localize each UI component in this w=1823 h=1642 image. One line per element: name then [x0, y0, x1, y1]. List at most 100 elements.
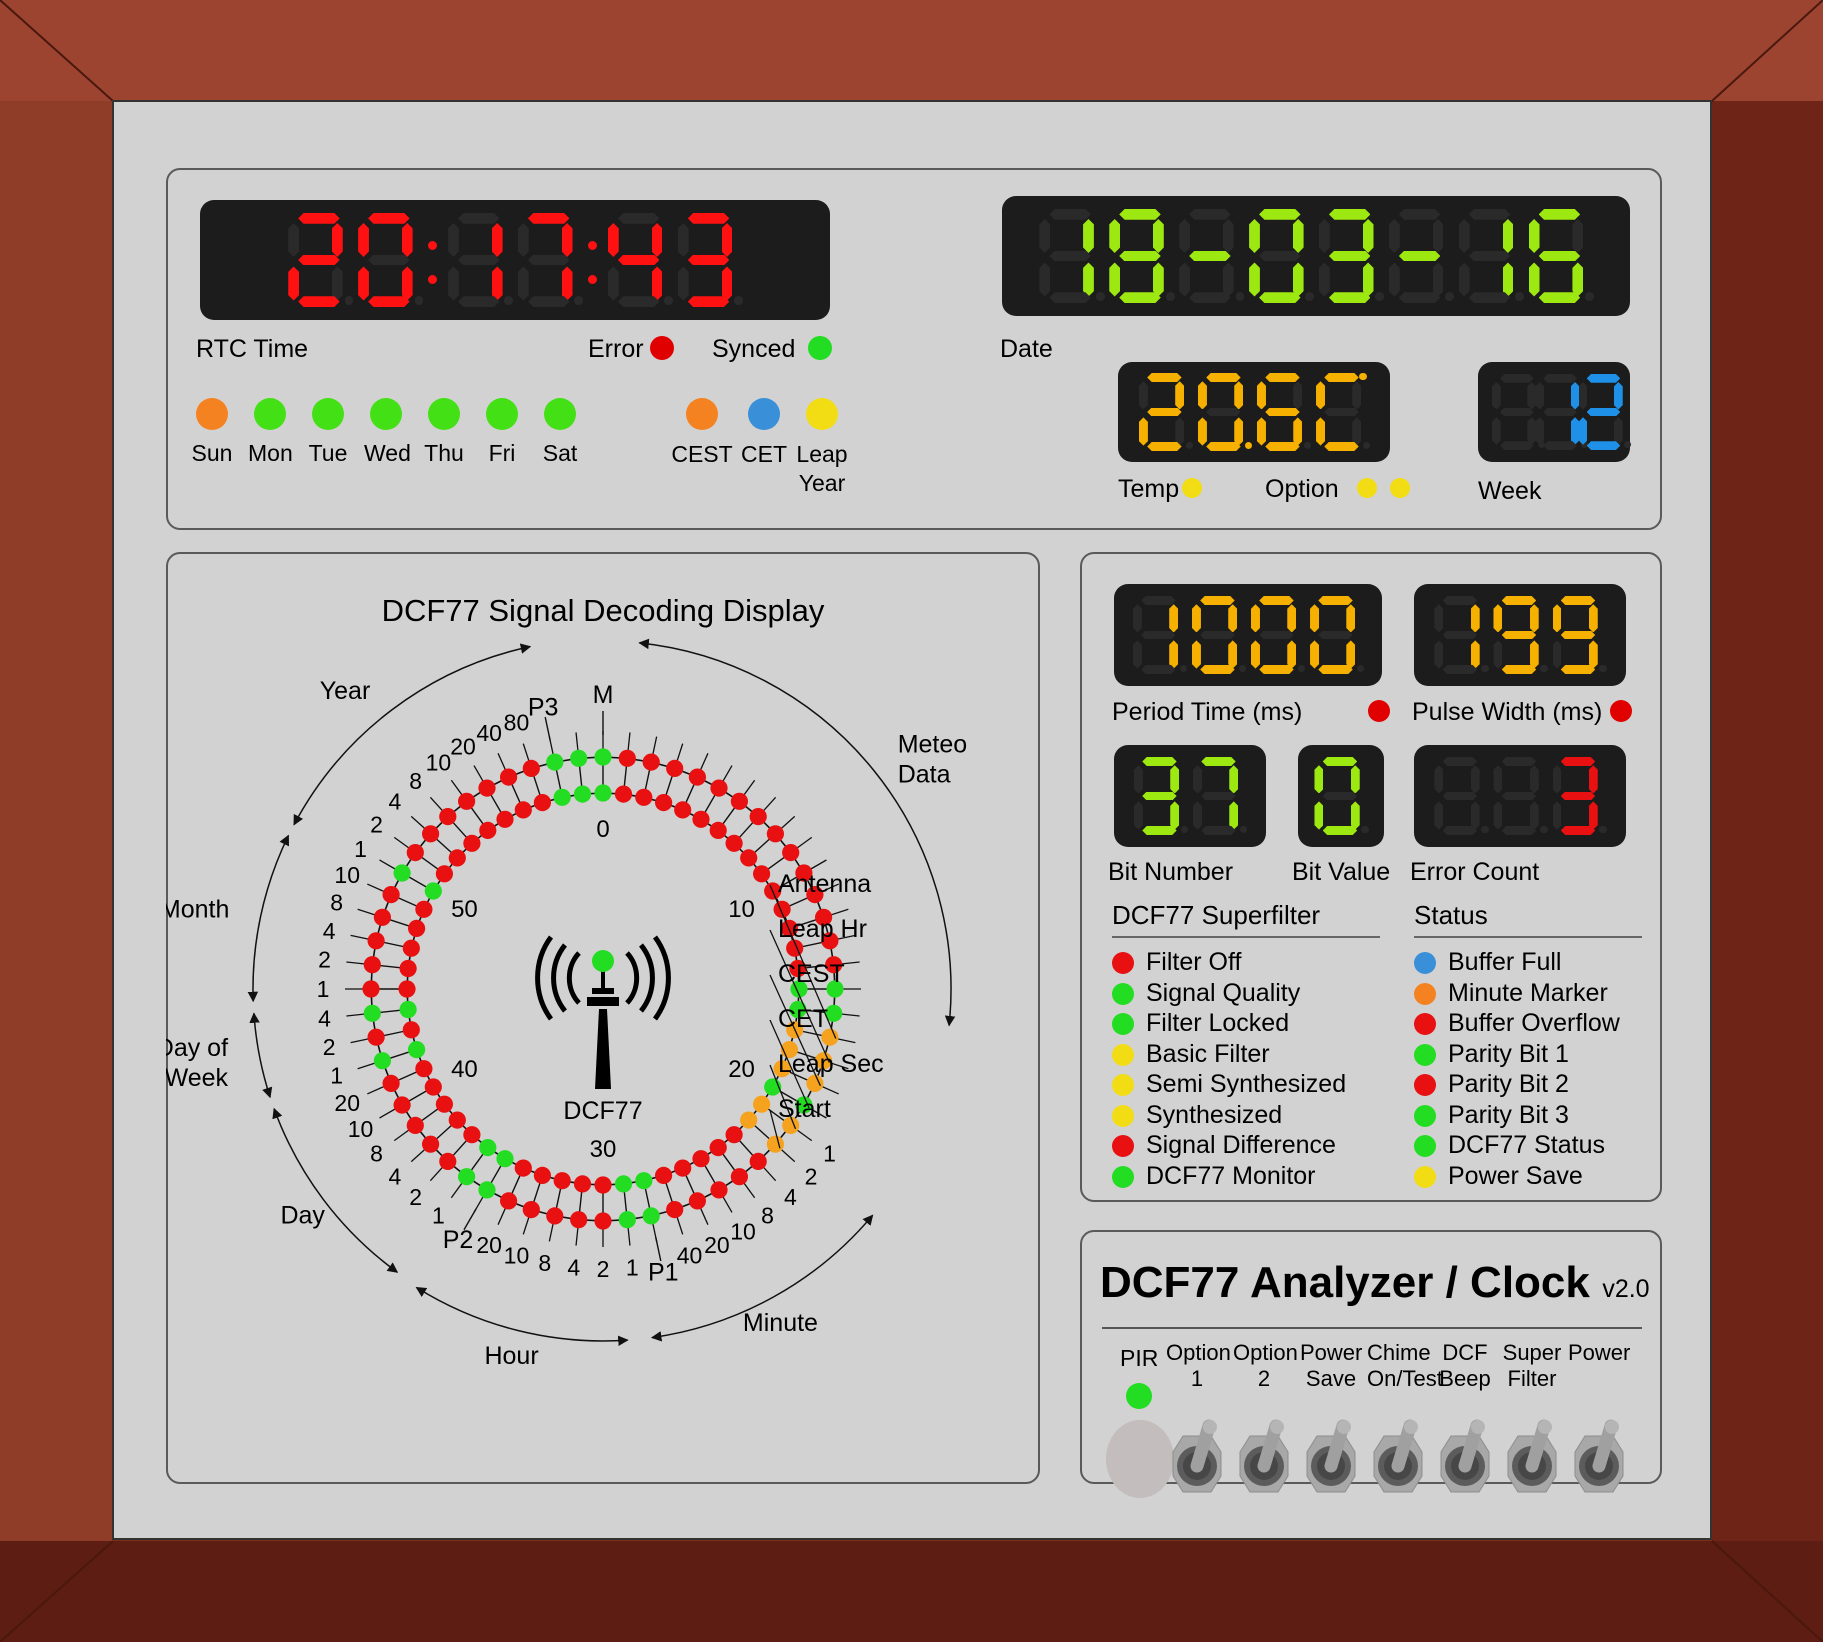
- dial-minute-tick-50: 50: [451, 896, 478, 923]
- flag-led-cest: [686, 398, 718, 430]
- bit-led-outer-31: [570, 1211, 587, 1228]
- antenna-label: DCF77: [563, 1097, 642, 1125]
- toggle-switch-body[interactable]: [1295, 1414, 1369, 1506]
- switch-label-line1: Super: [1501, 1340, 1563, 1366]
- toggle-switch-option-1[interactable]: Option1: [1166, 1340, 1228, 1392]
- device-title-row: DCF77 Analyzer / Clock v2.0: [1100, 1258, 1650, 1308]
- bit-led-inner-34: [515, 1160, 532, 1177]
- status-label-parity-bit-3: Parity Bit 3: [1448, 1101, 1569, 1130]
- bit-led-inner-21: [753, 1096, 770, 1113]
- weekday-label-fri: Fri: [480, 440, 524, 467]
- weekday-led-wed: [370, 398, 402, 430]
- bit-value-display: [1298, 745, 1384, 847]
- weekday-label-wed: Wed: [364, 440, 408, 467]
- switch-label-line1: Option: [1166, 1340, 1228, 1366]
- bit-value-label: Bit Value: [1292, 858, 1390, 887]
- bit-led-outer-54: [458, 793, 475, 810]
- flag-label-leap-year: LeapYear: [784, 440, 860, 498]
- bit-led-outer-49: [383, 886, 400, 903]
- pulse-width-label: Pulse Width (ms): [1412, 698, 1602, 727]
- switch-label-line2: 1: [1166, 1366, 1228, 1392]
- superfilter-led-filter-off: [1112, 952, 1134, 974]
- dial-bit-weight-26: 20: [704, 1232, 730, 1258]
- bit-led-inner-5: [692, 811, 709, 828]
- rtc-time-label: RTC Time: [196, 335, 308, 364]
- bit-led-inner-37: [463, 1126, 480, 1143]
- status-led-parity-bit-2: [1414, 1074, 1436, 1096]
- flag-label-leap-2: Year: [784, 469, 860, 498]
- superfilter-label-signal-quality: Signal Quality: [1146, 979, 1300, 1008]
- toggle-switch-body[interactable]: [1228, 1414, 1302, 1506]
- dial-bit-weight-46: 2: [318, 947, 331, 973]
- bit-number-label: Bit Number: [1108, 858, 1233, 887]
- status-heading: Status: [1414, 900, 1488, 931]
- bit-led-inner-30: [594, 1176, 611, 1193]
- dial-bit-weight-49: 10: [334, 862, 360, 888]
- toggle-switch-super-filter[interactable]: SuperFilter: [1501, 1340, 1563, 1392]
- bit-led-outer-55: [478, 780, 495, 797]
- bit-led-outer-39: [407, 1117, 424, 1134]
- bit-led-outer-9: [782, 844, 799, 861]
- switch-label-line2: Beep: [1434, 1366, 1496, 1392]
- bit-led-outer-25: [710, 1181, 727, 1198]
- bit-led-inner-42: [408, 1041, 425, 1058]
- bit-led-outer-32: [546, 1207, 563, 1224]
- bit-led-outer-38: [422, 1136, 439, 1153]
- bit-led-inner-24: [710, 1139, 727, 1156]
- dial-bit-weight-37: 2: [409, 1184, 422, 1210]
- status-led-buffer-overflow: [1414, 1013, 1436, 1035]
- switch-label-line2: Save: [1300, 1366, 1362, 1392]
- dial-bit-weight-45: 1: [317, 976, 330, 1002]
- error-count-label: Error Count: [1410, 858, 1539, 887]
- toggle-switch-body[interactable]: [1429, 1414, 1503, 1506]
- period-time-led: [1368, 700, 1390, 722]
- bit-led-inner-9: [753, 865, 770, 882]
- device-title: DCF77 Analyzer / Clock: [1100, 1258, 1590, 1307]
- toggle-switch-option-2[interactable]: Option2: [1233, 1340, 1295, 1392]
- toggle-switch-body[interactable]: [1362, 1414, 1436, 1506]
- switch-label-line2: 2: [1233, 1366, 1295, 1392]
- dial-marker-P3: P3: [528, 693, 559, 721]
- superfilter-led-signal-quality: [1112, 983, 1134, 1005]
- bit-number-display: [1114, 745, 1266, 847]
- device-version: v2.0: [1602, 1275, 1649, 1303]
- bit-led-inner-44: [400, 1001, 417, 1018]
- bit-led-outer-47: [368, 932, 385, 949]
- dial-bit-weight-36: 1: [432, 1203, 445, 1229]
- bit-led-inner-27: [655, 1167, 672, 1184]
- dial-bit-weight-25: 10: [730, 1218, 756, 1244]
- bit-led-inner-7: [726, 835, 743, 852]
- dial-bit-weight-44: 4: [318, 1005, 331, 1031]
- toggle-switch-body[interactable]: [1563, 1414, 1637, 1506]
- dial-flag-label-antenna: Antenna: [778, 870, 871, 898]
- bit-led-inner-59: [574, 786, 591, 803]
- bit-led-inner-28: [635, 1172, 652, 1189]
- superfilter-label-basic-filter: Basic Filter: [1146, 1040, 1270, 1069]
- dial-flag-label-cest: CEST: [778, 960, 845, 988]
- toggle-switch-body[interactable]: [1496, 1414, 1570, 1506]
- toggle-switch-power[interactable]: Power: [1568, 1340, 1630, 1366]
- toggle-switch-dcf-beep[interactable]: DCFBeep: [1434, 1340, 1496, 1392]
- week-display: [1478, 362, 1630, 462]
- bit-led-outer-2: [643, 754, 660, 771]
- bit-led-inner-0: [594, 784, 611, 801]
- dial-minute-tick-0: 0: [596, 816, 609, 843]
- switch-label-line1: DCF: [1434, 1340, 1496, 1366]
- weekday-led-thu: [428, 398, 460, 430]
- toggle-switch-body[interactable]: [1161, 1414, 1235, 1506]
- bit-led-inner-54: [479, 822, 496, 839]
- bit-led-outer-4: [689, 769, 706, 786]
- status-rule: [1414, 936, 1642, 938]
- dcf77-bit-dial: 0102030405012481020401248102012481020124…: [166, 552, 1040, 1464]
- toggle-switch-power-save[interactable]: PowerSave: [1300, 1340, 1362, 1392]
- dial-bit-weight-31: 4: [567, 1254, 580, 1280]
- temp-label: Temp: [1118, 475, 1179, 504]
- bit-led-inner-51: [436, 865, 453, 882]
- bit-led-outer-30: [594, 1212, 611, 1229]
- dial-flag-label-start: Start: [778, 1095, 831, 1123]
- bit-led-outer-44: [364, 1005, 381, 1022]
- toggle-switch-chime-on-test[interactable]: ChimeOn/Test: [1367, 1340, 1429, 1392]
- bit-led-inner-36: [479, 1139, 496, 1156]
- status-label-power-save: Power Save: [1448, 1162, 1583, 1191]
- bit-led-inner-53: [463, 835, 480, 852]
